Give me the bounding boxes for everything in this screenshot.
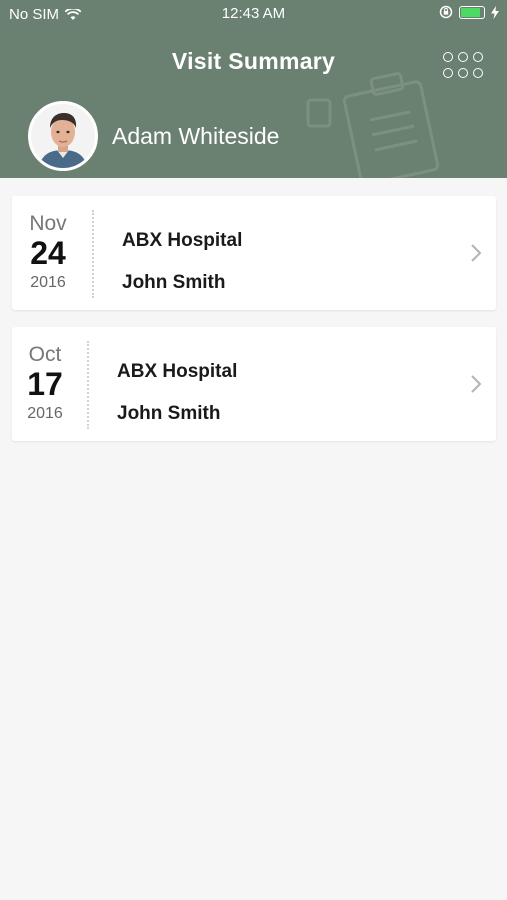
chevron-right-icon[interactable] bbox=[470, 243, 482, 263]
user-name: Adam Whiteside bbox=[112, 123, 280, 149]
visit-year: 2016 bbox=[30, 274, 66, 291]
battery-icon bbox=[459, 5, 485, 19]
visit-month: Oct bbox=[28, 343, 62, 366]
visit-date: Oct 17 2016 bbox=[12, 327, 92, 441]
visit-day: 17 bbox=[27, 366, 63, 402]
menu-dot-icon bbox=[458, 52, 468, 62]
charging-bolt-icon bbox=[491, 5, 499, 19]
visit-doctor: John Smith bbox=[117, 403, 221, 424]
status-bar: No SIM 12:43 AM bbox=[0, 0, 507, 28]
chevron-right-icon[interactable] bbox=[470, 374, 482, 394]
clipboard-watermark-icon bbox=[306, 72, 440, 178]
orientation-lock-icon bbox=[439, 5, 453, 19]
menu-dot-icon bbox=[458, 68, 468, 78]
visit-day: 24 bbox=[30, 235, 66, 271]
menu-dot-icon bbox=[473, 52, 483, 62]
visit-hospital: ABX Hospital bbox=[122, 230, 243, 251]
visit-hospital: ABX Hospital bbox=[117, 361, 238, 382]
visit-doctor: John Smith bbox=[122, 272, 226, 293]
dotted-divider bbox=[92, 210, 94, 298]
menu-dot-icon bbox=[473, 68, 483, 78]
visit-card[interactable]: Oct 17 2016 ABX Hospital John Smith bbox=[12, 327, 496, 441]
visit-card[interactable]: Nov 24 2016 ABX Hospital John Smith bbox=[12, 196, 496, 310]
visit-date: Nov 24 2016 bbox=[12, 196, 92, 310]
page-title: Visit Summary bbox=[171, 48, 336, 74]
avatar[interactable] bbox=[28, 101, 98, 171]
status-time: 12:43 AM bbox=[221, 5, 286, 22]
user-portrait-icon bbox=[31, 104, 95, 168]
menu-dot-icon bbox=[443, 68, 453, 78]
menu-grid-button[interactable] bbox=[440, 50, 484, 82]
menu-dot-icon bbox=[443, 52, 453, 62]
visit-year: 2016 bbox=[27, 405, 63, 422]
visit-month: Nov bbox=[29, 212, 67, 235]
dotted-divider bbox=[87, 341, 89, 429]
header: No SIM 12:43 AM Visit Summary Adam White… bbox=[0, 0, 507, 178]
